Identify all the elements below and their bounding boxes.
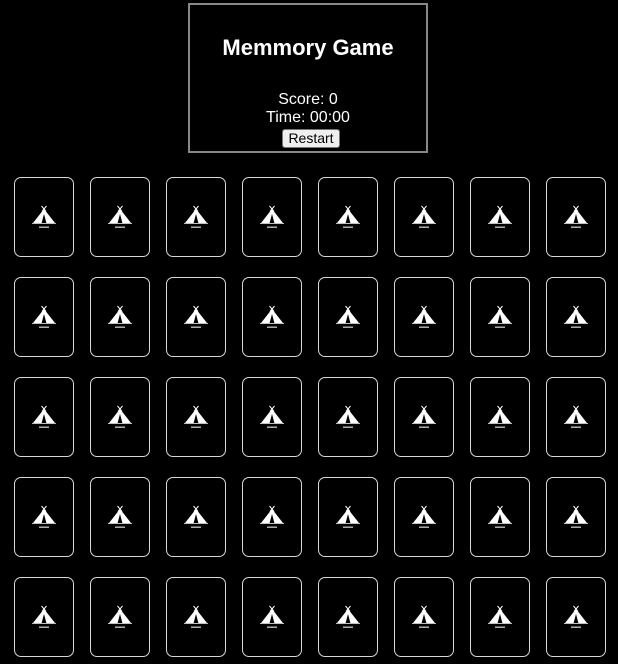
- tent-icon: [336, 405, 360, 428]
- card[interactable]: [90, 477, 150, 557]
- card[interactable]: [14, 477, 74, 557]
- tent-icon: [564, 205, 588, 228]
- card[interactable]: [90, 277, 150, 357]
- card[interactable]: [166, 577, 226, 657]
- tent-icon: [32, 205, 56, 228]
- card[interactable]: [318, 277, 378, 357]
- card[interactable]: [90, 177, 150, 257]
- tent-icon: [336, 305, 360, 328]
- card[interactable]: [14, 577, 74, 657]
- tent-icon: [412, 505, 436, 528]
- tent-icon: [108, 505, 132, 528]
- tent-icon: [412, 305, 436, 328]
- tent-icon: [412, 205, 436, 228]
- tent-icon: [108, 205, 132, 228]
- tent-icon: [564, 505, 588, 528]
- restart-button[interactable]: Restart: [282, 129, 340, 148]
- card[interactable]: [470, 377, 530, 457]
- tent-icon: [184, 205, 208, 228]
- game-header: Memmory Game Score: 0 Time: 00:00 Restar…: [188, 3, 428, 153]
- tent-icon: [260, 605, 284, 628]
- tent-icon: [32, 505, 56, 528]
- tent-icon: [564, 405, 588, 428]
- card[interactable]: [394, 577, 454, 657]
- card[interactable]: [470, 177, 530, 257]
- card[interactable]: [394, 477, 454, 557]
- tent-icon: [412, 605, 436, 628]
- tent-icon: [108, 305, 132, 328]
- card[interactable]: [394, 377, 454, 457]
- tent-icon: [184, 505, 208, 528]
- card[interactable]: [242, 577, 302, 657]
- tent-icon: [260, 205, 284, 228]
- card[interactable]: [546, 177, 606, 257]
- card[interactable]: [546, 577, 606, 657]
- card[interactable]: [546, 477, 606, 557]
- card[interactable]: [394, 277, 454, 357]
- tent-icon: [412, 405, 436, 428]
- tent-icon: [32, 405, 56, 428]
- card[interactable]: [90, 377, 150, 457]
- tent-icon: [260, 405, 284, 428]
- tent-icon: [32, 305, 56, 328]
- tent-icon: [488, 605, 512, 628]
- card[interactable]: [242, 277, 302, 357]
- card[interactable]: [546, 277, 606, 357]
- card[interactable]: [242, 377, 302, 457]
- card[interactable]: [470, 477, 530, 557]
- card[interactable]: [318, 477, 378, 557]
- card[interactable]: [166, 177, 226, 257]
- tent-icon: [336, 505, 360, 528]
- game-page: Memmory Game Score: 0 Time: 00:00 Restar…: [0, 0, 618, 664]
- tent-icon: [184, 405, 208, 428]
- tent-icon: [488, 405, 512, 428]
- card[interactable]: [470, 277, 530, 357]
- tent-icon: [108, 405, 132, 428]
- tent-icon: [260, 305, 284, 328]
- card[interactable]: [394, 177, 454, 257]
- game-title: Memmory Game: [222, 35, 394, 60]
- card[interactable]: [318, 177, 378, 257]
- score-display: Score: 0: [278, 91, 338, 108]
- tent-icon: [336, 605, 360, 628]
- card[interactable]: [242, 477, 302, 557]
- card[interactable]: [14, 377, 74, 457]
- card[interactable]: [166, 377, 226, 457]
- card[interactable]: [546, 377, 606, 457]
- tent-icon: [488, 505, 512, 528]
- card[interactable]: [166, 277, 226, 357]
- tent-icon: [184, 605, 208, 628]
- card[interactable]: [242, 177, 302, 257]
- card[interactable]: [14, 277, 74, 357]
- timer-display: Time: 00:00: [266, 109, 350, 126]
- card[interactable]: [90, 577, 150, 657]
- tent-icon: [564, 305, 588, 328]
- card[interactable]: [318, 577, 378, 657]
- tent-icon: [336, 205, 360, 228]
- tent-icon: [564, 605, 588, 628]
- tent-icon: [488, 305, 512, 328]
- card[interactable]: [318, 377, 378, 457]
- tent-icon: [488, 205, 512, 228]
- tent-icon: [108, 605, 132, 628]
- tent-icon: [32, 605, 56, 628]
- card[interactable]: [14, 177, 74, 257]
- card[interactable]: [470, 577, 530, 657]
- tent-icon: [260, 505, 284, 528]
- card-grid: [14, 177, 606, 657]
- card[interactable]: [166, 477, 226, 557]
- tent-icon: [184, 305, 208, 328]
